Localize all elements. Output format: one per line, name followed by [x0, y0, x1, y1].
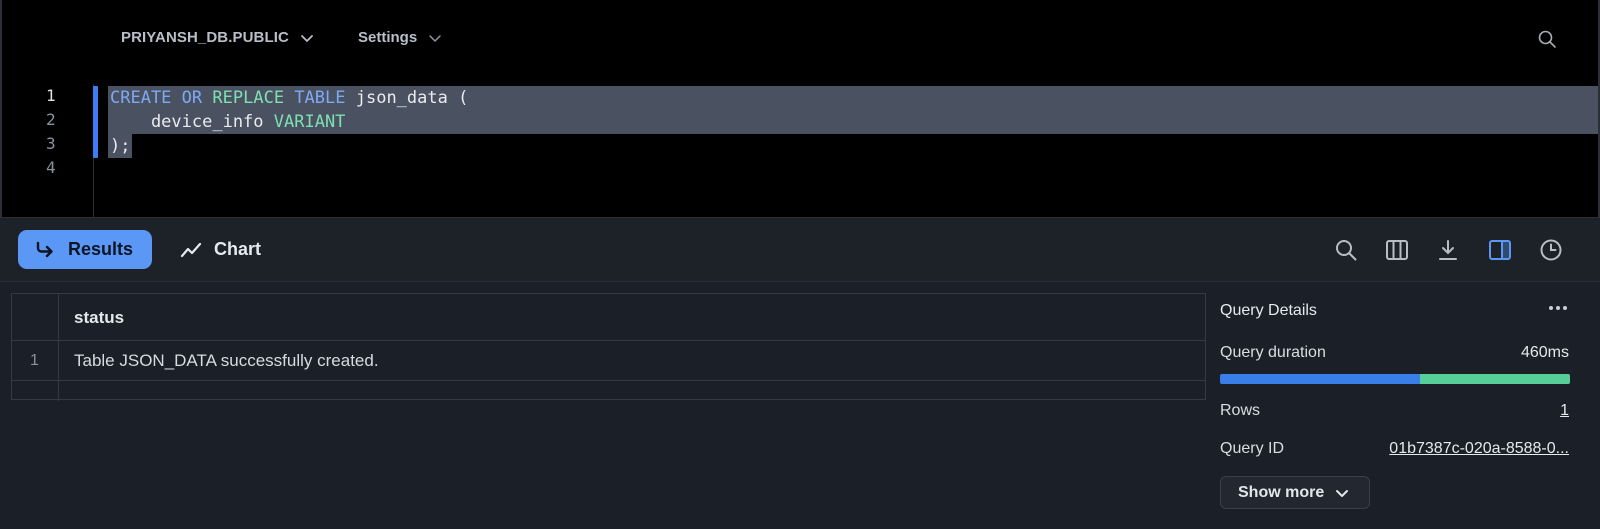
chart-tab[interactable]: Chart: [180, 230, 261, 269]
code-token: VARIANT: [273, 112, 346, 132]
trend-line-icon: [180, 242, 202, 257]
editor-topbar: PRIYANSH_DB.PUBLIC Settings: [2, 0, 1598, 76]
settings-label: Settings: [358, 29, 418, 46]
table-cell[interactable]: Table JSON_DATA successfully created.: [74, 351, 379, 371]
results-tab[interactable]: Results: [18, 230, 152, 269]
code-line[interactable]: device_info VARIANT: [110, 110, 345, 134]
rows-label: Rows: [1220, 402, 1261, 419]
table-header: status: [12, 294, 1205, 341]
results-toolbar: Results Chart: [0, 217, 1600, 282]
code-token: device_info: [110, 112, 274, 132]
results-table: status 1 Table JSON_DATA successfully cr…: [11, 293, 1206, 401]
line-number: 4: [46, 158, 56, 177]
side-panel-icon[interactable]: [1488, 238, 1512, 262]
query-duration-value: 460ms: [1520, 344, 1569, 361]
query-details-panel: Query Details Query duration 460ms Rows …: [1206, 282, 1600, 529]
columns-icon[interactable]: [1385, 238, 1409, 262]
code-token: CREATE: [110, 88, 172, 108]
results-tab-label: Results: [68, 239, 134, 259]
line-number: 2: [46, 110, 56, 129]
settings-dropdown[interactable]: Settings: [358, 29, 443, 46]
chevron-down-icon: [429, 34, 441, 42]
query-id-link[interactable]: 01b7387c-020a-8588-0...: [1389, 440, 1569, 458]
download-icon[interactable]: [1436, 238, 1460, 262]
column-header-status[interactable]: status: [74, 308, 124, 328]
query-details-title: Query Details: [1220, 302, 1317, 319]
chevron-down-icon: [301, 34, 313, 42]
code-token: TABLE: [294, 88, 346, 108]
duration-bar-segment-primary: [1220, 374, 1420, 384]
line-number: 1: [46, 86, 56, 105]
show-more-button[interactable]: Show more: [1220, 476, 1370, 509]
code-token: );: [110, 136, 131, 156]
query-duration-label: Query duration: [1220, 344, 1326, 361]
history-clock-icon[interactable]: [1539, 238, 1563, 262]
chart-tab-label: Chart: [214, 239, 262, 259]
query-id-label: Query ID: [1220, 440, 1285, 457]
duration-bar: [1220, 374, 1570, 384]
search-icon[interactable]: [1537, 29, 1557, 49]
line-number: 3: [46, 134, 56, 153]
table-row[interactable]: 1 Table JSON_DATA successfully created.: [12, 341, 1205, 381]
duration-bar-segment-secondary: [1419, 374, 1570, 384]
selection-indicator: [93, 86, 98, 158]
return-arrow-icon: [36, 241, 53, 257]
show-more-label: Show more: [1238, 483, 1325, 501]
row-index: 1: [30, 352, 39, 369]
more-options-icon[interactable]: [1547, 304, 1569, 312]
database-selector[interactable]: PRIYANSH_DB.PUBLIC: [121, 29, 315, 46]
code-token: OR: [181, 88, 203, 108]
chevron-down-icon: [1336, 489, 1349, 497]
rows-value-link[interactable]: 1: [1560, 402, 1569, 420]
search-icon[interactable]: [1334, 238, 1358, 262]
line-gutter: 1 2 3 4: [2, 84, 94, 217]
database-label: PRIYANSH_DB.PUBLIC: [121, 29, 289, 46]
code-area[interactable]: 1 2 3 4 CREATE OR REPLACE TABLE json_dat…: [2, 84, 1598, 217]
sql-editor[interactable]: PRIYANSH_DB.PUBLIC Settings 1 2 3 4 CREA…: [0, 0, 1600, 217]
code-line[interactable]: CREATE OR REPLACE TABLE json_data (: [110, 86, 468, 110]
code-line[interactable]: );: [110, 134, 130, 158]
code-token: REPLACE: [212, 88, 285, 108]
code-token: json_data (: [345, 88, 469, 108]
